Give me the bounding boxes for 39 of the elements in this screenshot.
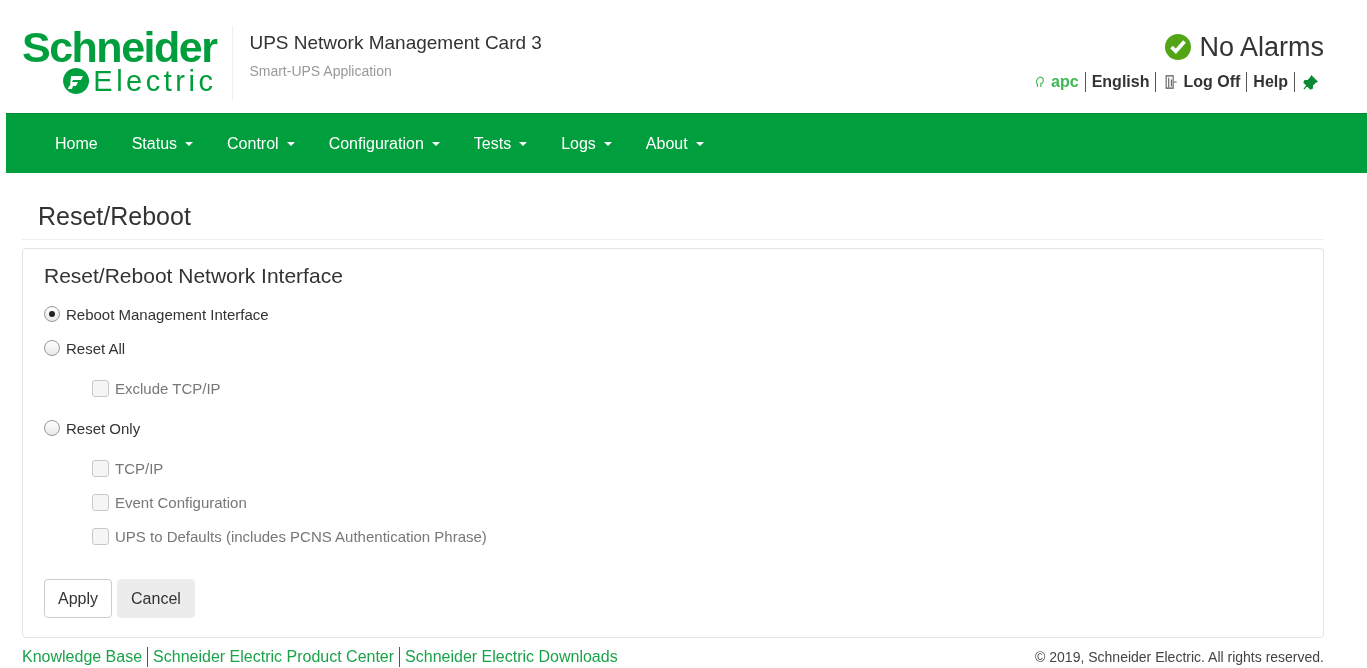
alarm-status: No Alarms: [1199, 31, 1324, 63]
nav-menu-item[interactable]: Home: [38, 134, 115, 153]
option-label: Event Configuration: [115, 493, 247, 511]
option-label: TCP/IP: [115, 459, 164, 477]
option-label: Reboot Management Interface: [66, 305, 269, 323]
footer-link[interactable]: Knowledge Base: [22, 648, 143, 666]
option-label: Reset All: [66, 339, 126, 357]
option-label: Exclude TCP/IP: [115, 379, 221, 397]
logo-mark-icon: [61, 67, 92, 95]
footer-link[interactable]: Schneider Electric Product Center: [153, 648, 395, 666]
option-label: Reset Only: [66, 419, 141, 437]
log-off-link[interactable]: Log Off: [1183, 73, 1241, 91]
radio-button[interactable]: [44, 306, 60, 322]
nav-menu-item[interactable]: About: [628, 134, 721, 153]
user-link[interactable]: apc: [1051, 73, 1079, 91]
apply-button[interactable]: Apply: [44, 579, 113, 618]
page-title: Reset/Reboot: [22, 201, 1324, 240]
nav-menu-item[interactable]: Tests: [456, 134, 545, 153]
logo-wordmark: Schneider: [22, 26, 217, 68]
pin-icon: [1303, 74, 1318, 90]
help-link[interactable]: Help: [1253, 73, 1288, 91]
user-icon: [1035, 75, 1046, 89]
logo-wordmark: Electric: [93, 66, 217, 96]
language-link[interactable]: English: [1091, 73, 1150, 91]
nav-menu-item[interactable]: Configuration: [311, 134, 457, 153]
panel-title: Reset/Reboot Network Interface: [44, 263, 344, 289]
application-name: Smart-UPS Application: [249, 63, 393, 79]
nav-menu-item[interactable]: Logs: [544, 134, 629, 153]
cancel-button[interactable]: Cancel: [117, 579, 195, 618]
nav-menu-item[interactable]: Status: [114, 134, 211, 153]
option-label: UPS to Defaults (includes PCNS Authentication Phrase): [115, 527, 487, 545]
door-icon: [1164, 75, 1178, 89]
footer-link[interactable]: Schneider Electric Downloads: [405, 648, 618, 666]
radio-button[interactable]: [44, 340, 60, 356]
nav-menu-item[interactable]: Control: [210, 134, 312, 153]
product-name: UPS Network Management Card 3: [249, 31, 542, 55]
check-icon: [1165, 34, 1192, 60]
copyright: © 2019, Schneider Electric. All rights reserved.: [1035, 649, 1324, 665]
radio-button[interactable]: [44, 420, 60, 436]
